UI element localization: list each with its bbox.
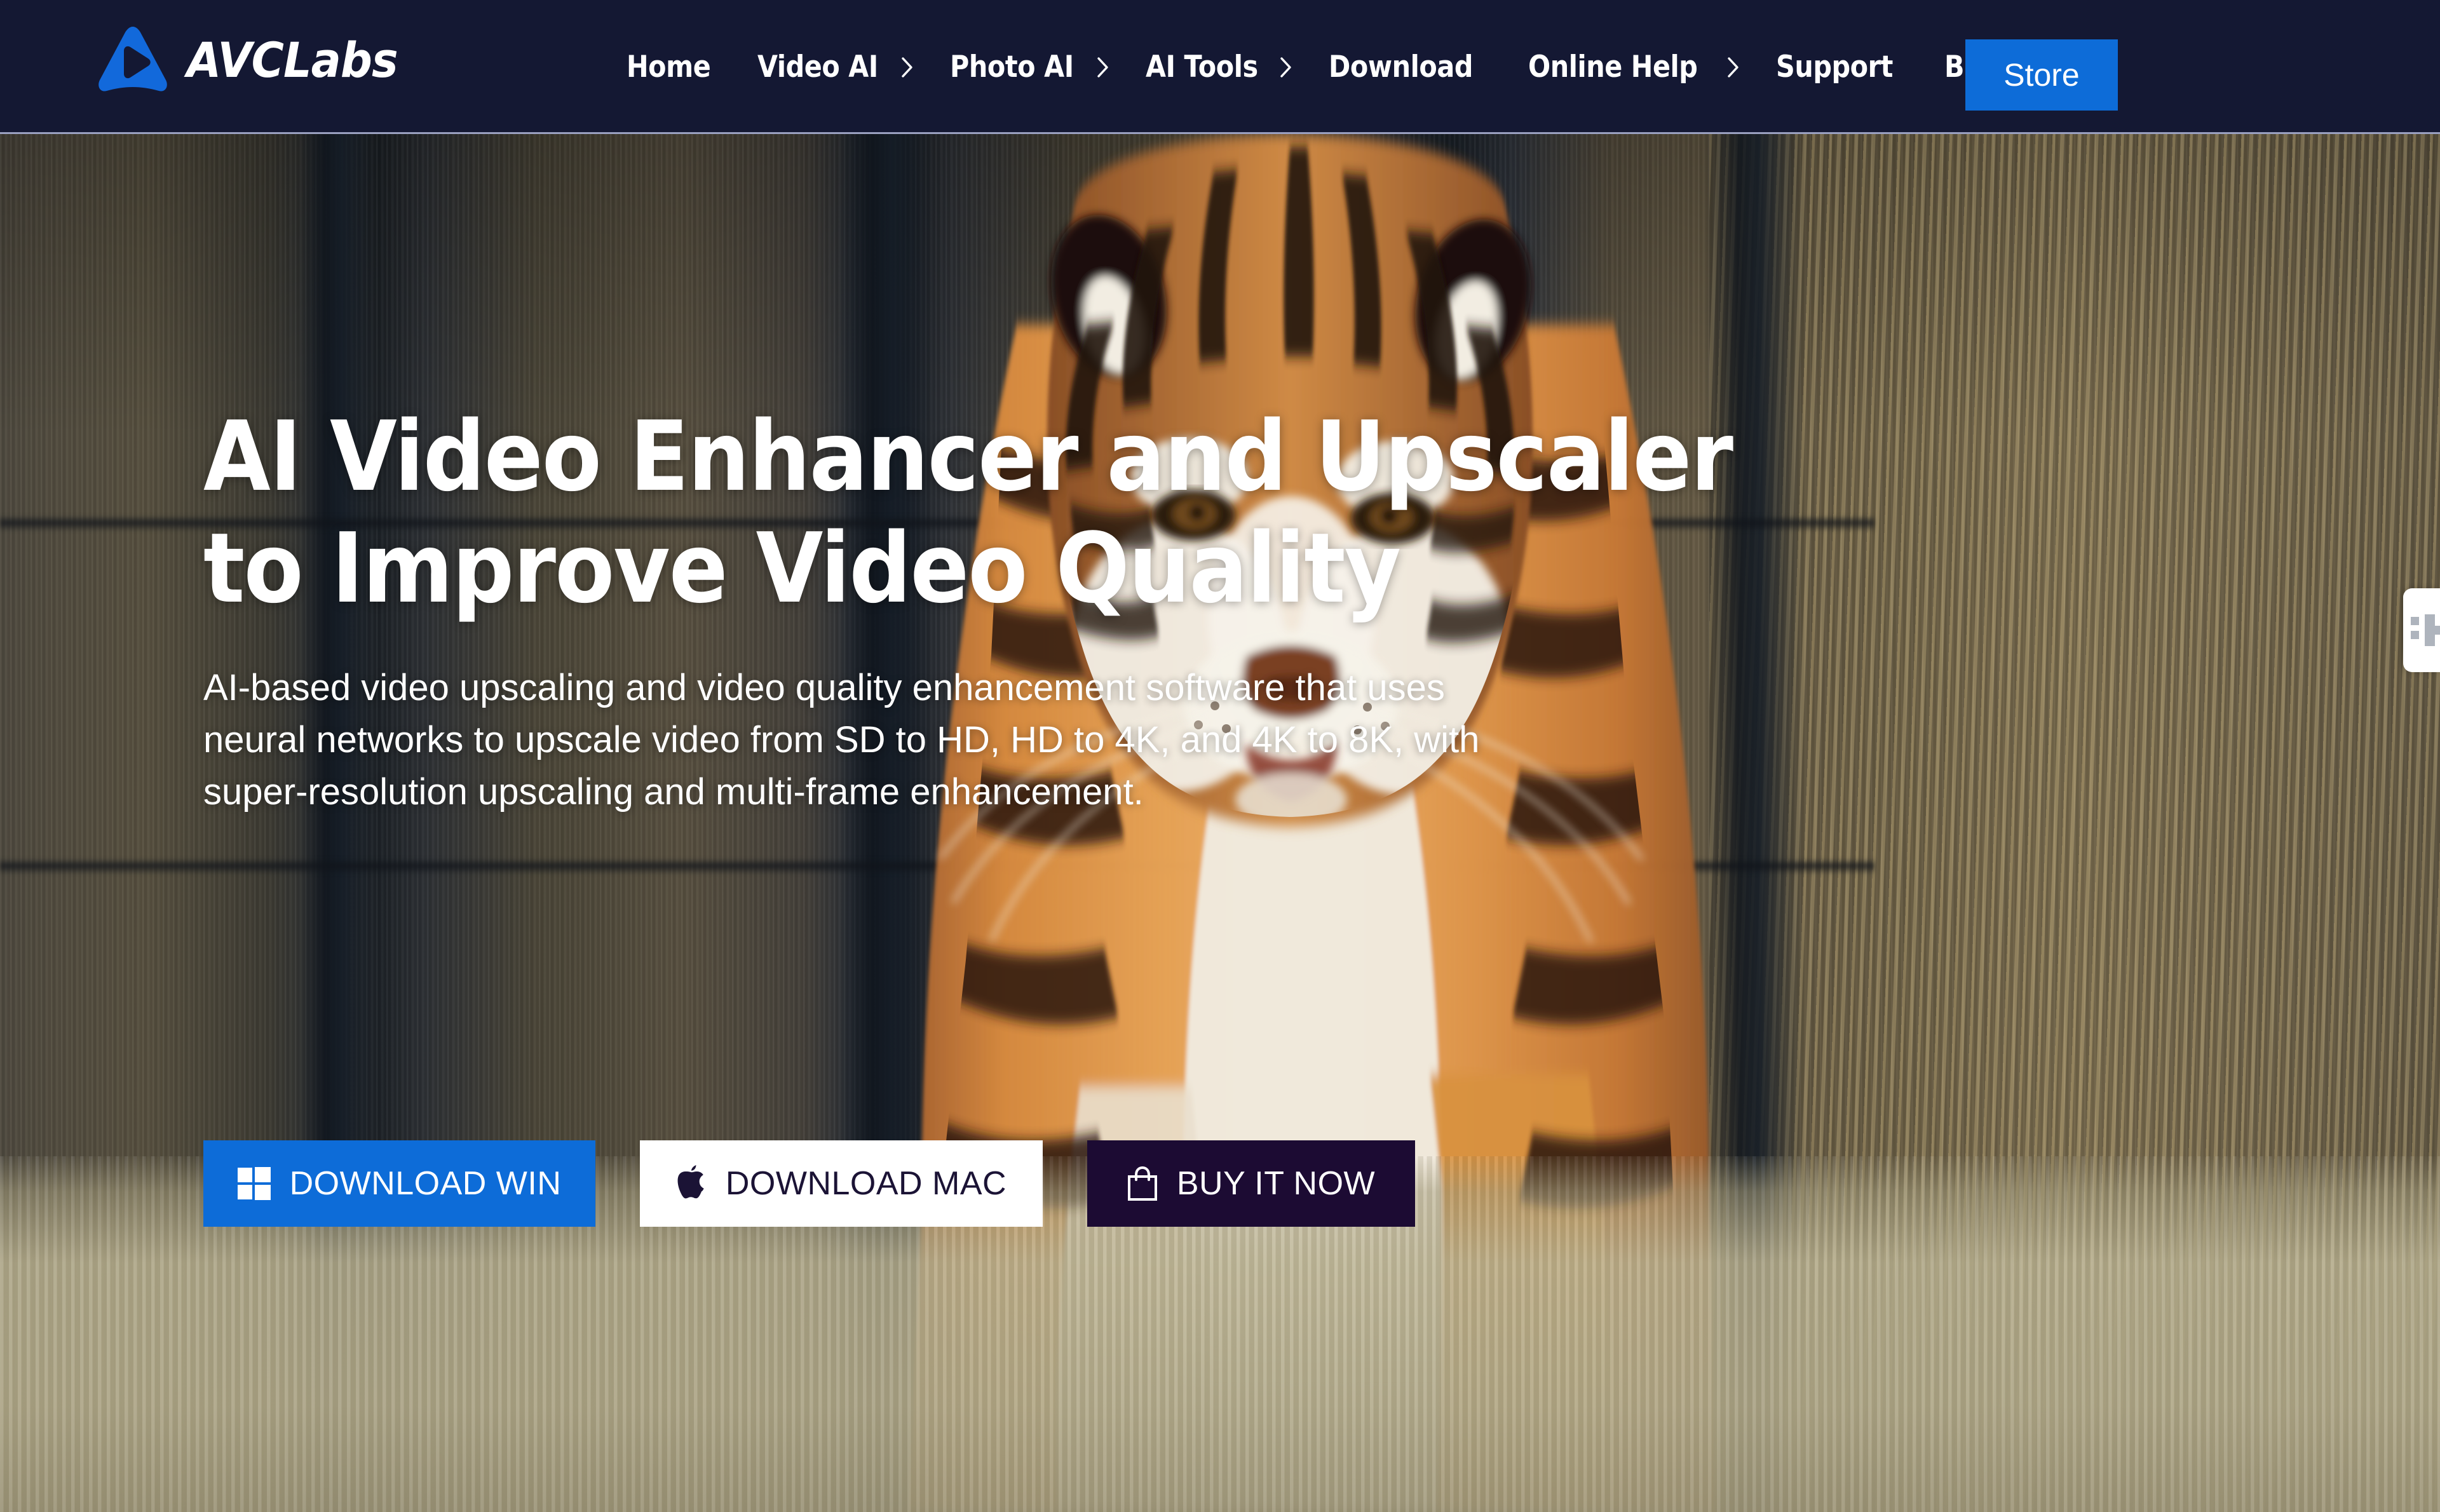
nav-item-online-help[interactable]: Online Help — [1510, 0, 1758, 134]
nav-label: Photo AI — [950, 50, 1074, 84]
nav-item-ai-tools[interactable]: AI Tools — [1128, 0, 1311, 134]
side-chat-widget[interactable] — [2403, 588, 2440, 672]
nav-item-photo-ai[interactable]: Photo AI — [932, 0, 1128, 134]
nav-label: Download — [1329, 50, 1474, 84]
button-label: BUY IT NOW — [1176, 1165, 1376, 1202]
brand-name: AVCLabs — [187, 31, 398, 88]
chat-widget-icon — [2410, 608, 2440, 652]
nav-label: Support — [1775, 50, 1893, 84]
download-win-button[interactable]: DOWNLOAD WIN — [203, 1140, 595, 1227]
button-label: DOWNLOAD MAC — [725, 1165, 1007, 1202]
hero-copy: AI Video Enhancer and Upscaler to Improv… — [203, 400, 1733, 819]
headline-line-1: AI Video Enhancer and Upscaler — [203, 400, 1733, 513]
nav-item-download[interactable]: Download — [1311, 0, 1510, 134]
store-button[interactable]: Store — [1965, 39, 2118, 111]
hero-background-photo — [0, 134, 2440, 1512]
nav-item-support[interactable]: Support — [1758, 0, 1927, 134]
windows-icon — [237, 1167, 271, 1200]
shopping-bag-icon — [1127, 1166, 1158, 1201]
nav-item-video-ai[interactable]: Video AI — [740, 0, 932, 134]
nav-label: AI Tools — [1146, 50, 1259, 84]
headline-line-2: to Improve Video Quality — [203, 512, 1401, 625]
hero-cta-row: DOWNLOAD WIN DOWNLOAD MAC BUY IT NOW — [203, 1140, 1415, 1227]
hero-section: AI Video Enhancer and Upscaler to Improv… — [0, 134, 2440, 1512]
button-label: DOWNLOAD WIN — [289, 1165, 562, 1202]
download-mac-button[interactable]: DOWNLOAD MAC — [640, 1140, 1043, 1227]
avclabs-play-triangle-logo-icon — [98, 27, 167, 91]
hero-description: AI-based video upscaling and video quali… — [203, 666, 1480, 813]
nav-label: Online Help — [1528, 50, 1698, 84]
chevron-right-icon — [1726, 57, 1740, 78]
apple-icon — [676, 1165, 707, 1202]
chevron-right-icon — [1096, 57, 1110, 78]
buy-it-now-button[interactable]: BUY IT NOW — [1087, 1140, 1415, 1227]
page-title: AI Video Enhancer and Upscaler to Improv… — [203, 400, 1733, 625]
chevron-right-icon — [1279, 57, 1293, 78]
nav-label: Home — [627, 50, 711, 84]
main-navigation: Home Video AI Photo AI AI Tools Download… — [609, 0, 2056, 134]
nav-label: Video AI — [757, 50, 879, 84]
nav-item-home[interactable]: Home — [609, 0, 740, 134]
site-header: AVCLabs Home Video AI Photo AI AI Tools … — [0, 0, 2440, 134]
chevron-right-icon — [900, 57, 914, 78]
brand-logo[interactable]: AVCLabs — [95, 24, 416, 95]
